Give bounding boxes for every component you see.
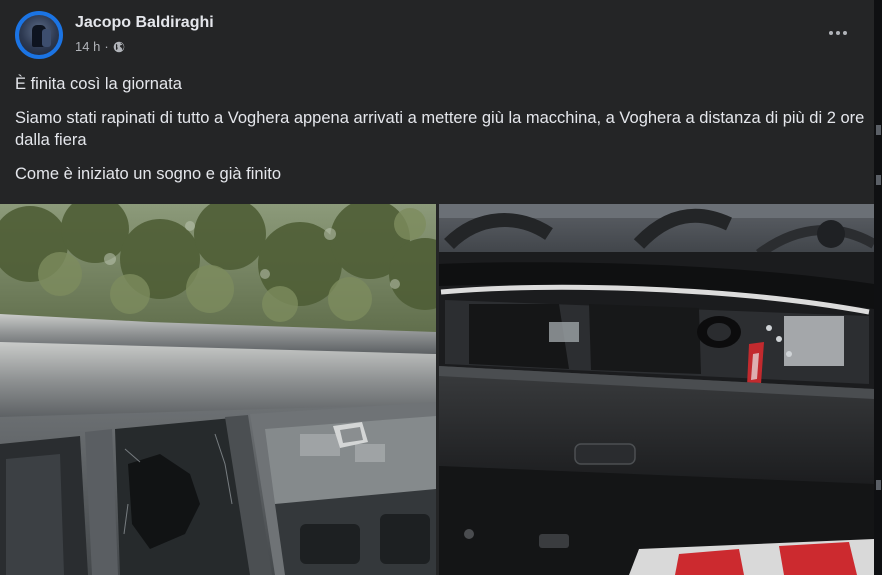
post-paragraph-1: È finita così la giornata xyxy=(15,75,182,93)
post-header: Jacopo Baldiraghi 14 h · xyxy=(15,11,860,61)
avatar-image xyxy=(19,15,59,55)
strip-mark xyxy=(876,480,881,490)
scrollbar-strip[interactable] xyxy=(874,0,882,575)
strip-mark xyxy=(876,175,881,185)
avatar[interactable] xyxy=(15,11,63,59)
meta-separator: · xyxy=(104,39,109,54)
post-text: È finita così la giornata Siamo stati ra… xyxy=(15,73,865,197)
post-paragraph-3: Come è iniziato un sogno e già finito xyxy=(15,165,281,183)
photo-broken-car-window[interactable] xyxy=(0,204,436,575)
post-time[interactable]: 14 h xyxy=(75,39,100,54)
strip-mark xyxy=(876,125,881,135)
more-dots-icon xyxy=(829,31,847,35)
avatar-figure-secondary xyxy=(42,29,51,47)
post-paragraph-2: Siamo stati rapinati di tutto a Voghera … xyxy=(15,109,865,149)
globe-icon[interactable] xyxy=(113,41,125,53)
more-options-button[interactable] xyxy=(820,18,856,48)
photo-grid xyxy=(0,204,874,575)
facebook-post: Jacopo Baldiraghi 14 h · È finita così l… xyxy=(0,0,874,575)
post-meta: 14 h · xyxy=(75,39,125,54)
author-name[interactable]: Jacopo Baldiraghi xyxy=(75,14,214,32)
photo-car-trunk-interior[interactable] xyxy=(439,204,874,575)
